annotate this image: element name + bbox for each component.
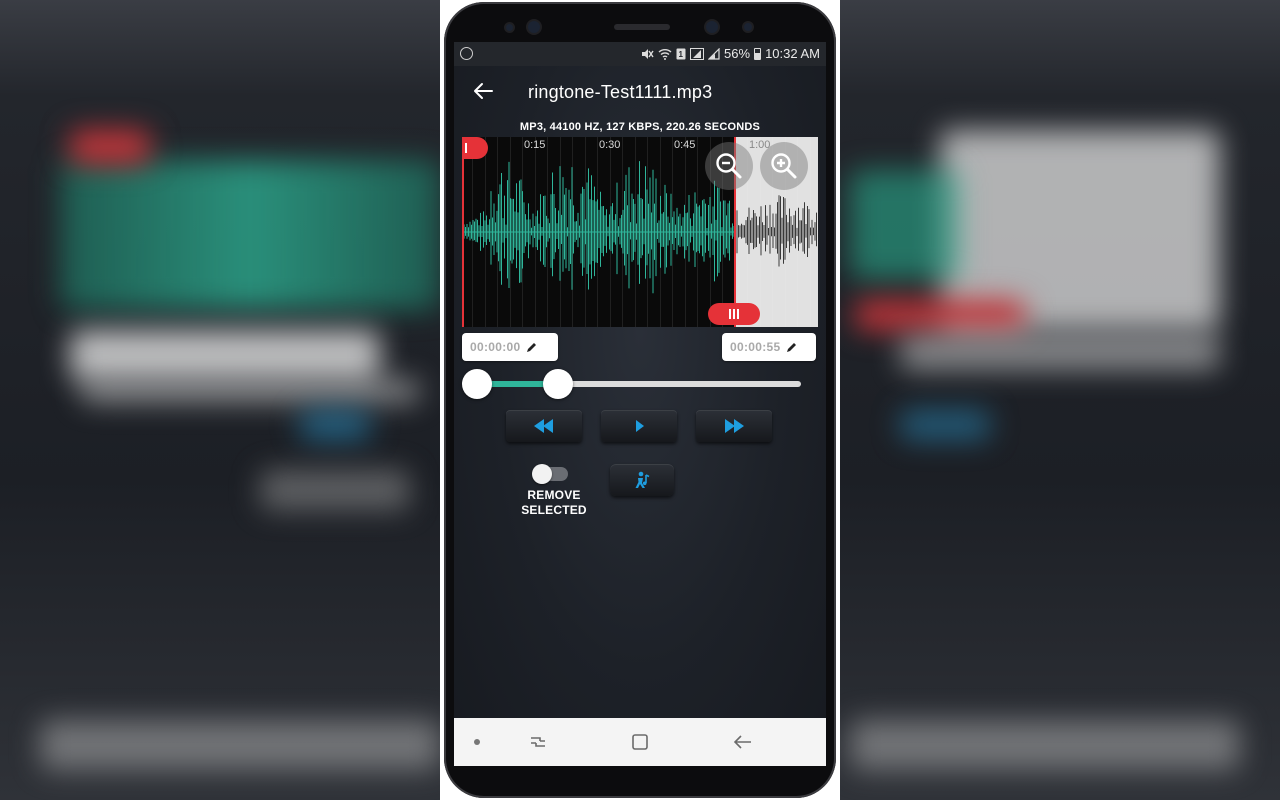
back-icon [733,735,751,749]
background-blur-shape [850,170,960,280]
background-blur-shape [40,720,440,770]
nav-dot-indicator [474,739,480,745]
notification-icon [460,47,473,60]
background-blur-shape [900,335,1220,370]
recent-apps-icon [531,737,545,747]
remove-selected-label: REMOVE SELECTED [504,488,604,518]
background-blur-shape [70,330,380,380]
label-line: REMOVE [527,488,581,502]
background-blur-shape [850,720,1240,770]
start-time-field[interactable]: 00:00:00 [462,333,558,361]
background-blur-shape [60,160,440,310]
background-blur-shape [260,470,410,510]
arrow-left-icon[interactable] [472,80,496,104]
waveform-editor[interactable]: 0:15 0:30 0:45 1:00 [462,137,818,327]
fast-forward-icon [725,419,744,433]
app-bar: ringtone-Test1111.mp3 [454,70,826,116]
sensor-icon [506,24,513,31]
sim-icon: 1 [676,48,686,59]
background-blur-shape [300,410,370,440]
status-bar: 1 56% 10:32 AM [454,42,826,66]
mute-icon [642,48,654,59]
front-camera-icon [528,21,540,33]
earpiece-speaker [614,24,670,30]
background-blur-shape [70,130,150,164]
iris-camera-icon [706,21,718,33]
audio-info: MP3, 44100 HZ, 127 KBPS, 220.26 SECONDS [519,121,761,133]
clock: 10:32 AM [765,46,820,61]
svg-text:1: 1 [679,50,684,59]
status-icons: 1 56% 10:32 AM [641,46,820,61]
wifi-icon [658,48,672,60]
rewind-button[interactable] [506,410,582,442]
battery-percent: 56% [724,46,751,61]
home-button[interactable] [626,728,654,756]
phone-top-bezel [444,12,836,42]
pencil-icon [787,342,797,352]
end-time-value: 00:00:55 [730,340,781,354]
set-ringtone-button[interactable] [610,464,674,496]
file-title: ringtone-Test1111.mp3 [528,82,713,102]
background-blur-shape [900,410,990,440]
background-blur-shape [855,300,1025,330]
slider-start-thumb[interactable] [462,369,492,399]
end-time-field[interactable]: 00:00:55 [722,333,816,361]
slider-position-thumb[interactable] [543,369,573,399]
zoom-out-button[interactable] [705,142,753,190]
home-icon [632,734,648,750]
recent-apps-button[interactable] [524,728,552,756]
fast-forward-button[interactable] [696,410,772,442]
battery-icon [754,47,762,60]
rewind-icon [534,419,553,433]
start-marker-handle[interactable] [462,137,488,159]
zoom-out-icon [716,153,742,179]
toggle-knob [532,464,552,484]
navigation-bar [454,718,826,766]
background-blur-shape [80,380,420,402]
signal-icon [690,47,705,60]
music-note-person-icon [635,471,650,488]
remove-selected-toggle[interactable] [532,464,568,484]
background-right [840,0,1280,800]
pencil-icon [527,342,537,352]
back-button[interactable] [729,728,757,756]
label-line: SELECTED [521,503,587,517]
sensor-icon [744,23,752,31]
zoom-in-icon [771,153,797,179]
signal-bars-icon [708,47,720,60]
grip-icon [729,309,739,319]
start-marker-line [462,137,464,327]
start-time-value: 00:00:00 [470,340,521,354]
play-icon [636,420,644,432]
end-marker-handle[interactable] [708,303,760,325]
phone-screen: 1 56% 10:32 AM ringtone-Test1111.mp3 MP3… [454,42,826,766]
play-button[interactable] [601,410,677,442]
zoom-in-button[interactable] [760,142,808,190]
